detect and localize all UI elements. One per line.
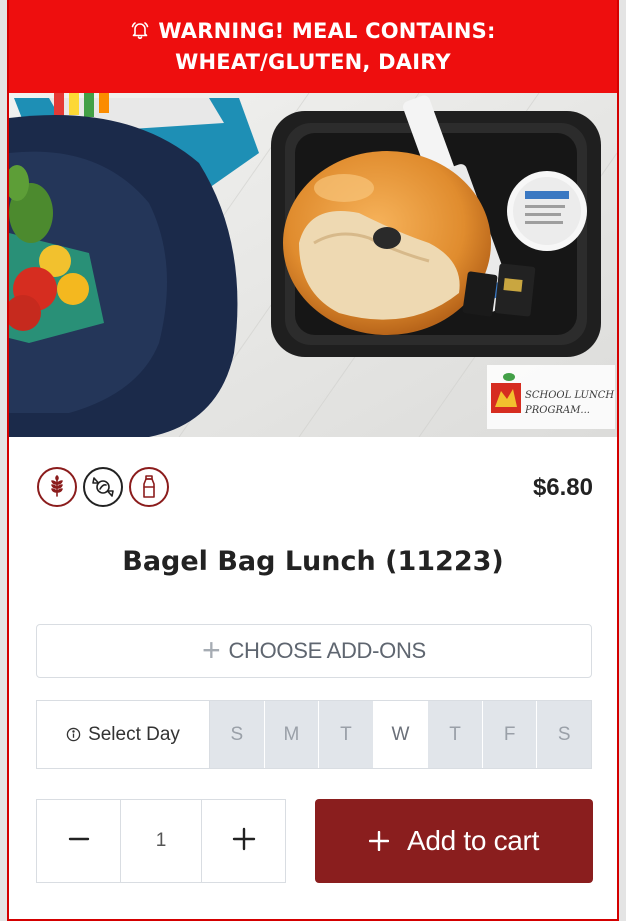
- plus-icon: +: [202, 631, 221, 668]
- wheat-icon: [37, 467, 77, 507]
- page: WARNING! MEAL CONTAINS: WHEAT/GLUTEN, DA…: [0, 0, 626, 921]
- background-edge-left: [0, 0, 7, 921]
- day-saturday[interactable]: S: [537, 701, 592, 768]
- add-to-cart-button[interactable]: Add to cart: [315, 799, 593, 883]
- meal-card: WARNING! MEAL CONTAINS: WHEAT/GLUTEN, DA…: [7, 0, 619, 921]
- day-wednesday[interactable]: W: [373, 701, 429, 768]
- bell-icon: [130, 19, 150, 48]
- milk-bottle-icon: [129, 467, 169, 507]
- day-selector: Select Day S M T W T F S: [36, 700, 592, 769]
- add-to-cart-label: Add to cart: [406, 825, 540, 856]
- increase-quantity-button[interactable]: [202, 800, 285, 882]
- day-sunday[interactable]: S: [210, 701, 265, 768]
- allergen-warning-banner: WARNING! MEAL CONTAINS: WHEAT/GLUTEN, DA…: [9, 0, 617, 93]
- info-circle-icon: [66, 727, 81, 742]
- add-ons-label: CHOOSE ADD-ONS: [228, 638, 426, 663]
- day-monday[interactable]: M: [264, 701, 320, 768]
- quantity-stepper: 1: [36, 799, 286, 883]
- school-lunch-logo-line-1: SCHOOL LUNCH: [525, 390, 614, 401]
- meal-price: $6.80: [532, 474, 593, 501]
- dietary-icons: [37, 467, 169, 507]
- select-day-text: Select Day: [88, 723, 180, 745]
- select-day-label: Select Day: [37, 701, 210, 768]
- quantity-value[interactable]: 1: [120, 800, 202, 882]
- candy-icon: [83, 467, 123, 507]
- day-tuesday[interactable]: T: [319, 701, 374, 768]
- meal-title: Bagel Bag Lunch (11223): [122, 546, 504, 577]
- plus-icon: [368, 831, 389, 851]
- choose-add-ons-button[interactable]: + CHOOSE ADD-ONS: [36, 624, 592, 678]
- warning-text-2: WHEAT/GLUTEN, DAIRY: [175, 50, 451, 74]
- warning-text-1: WARNING! MEAL CONTAINS:: [158, 19, 496, 43]
- school-lunch-logo-line-2: PROGRAM...: [524, 405, 590, 416]
- minus-icon: [68, 828, 90, 855]
- decrease-quantity-button[interactable]: [37, 800, 120, 882]
- day-thursday[interactable]: T: [428, 701, 483, 768]
- day-friday[interactable]: F: [482, 701, 538, 768]
- warning-line-1: WARNING! MEAL CONTAINS:: [9, 17, 617, 48]
- background-edge-right: [619, 0, 626, 921]
- plus-icon: [232, 827, 256, 856]
- meal-photo: SCHOOL LUNCH PROGRAM...: [9, 93, 617, 437]
